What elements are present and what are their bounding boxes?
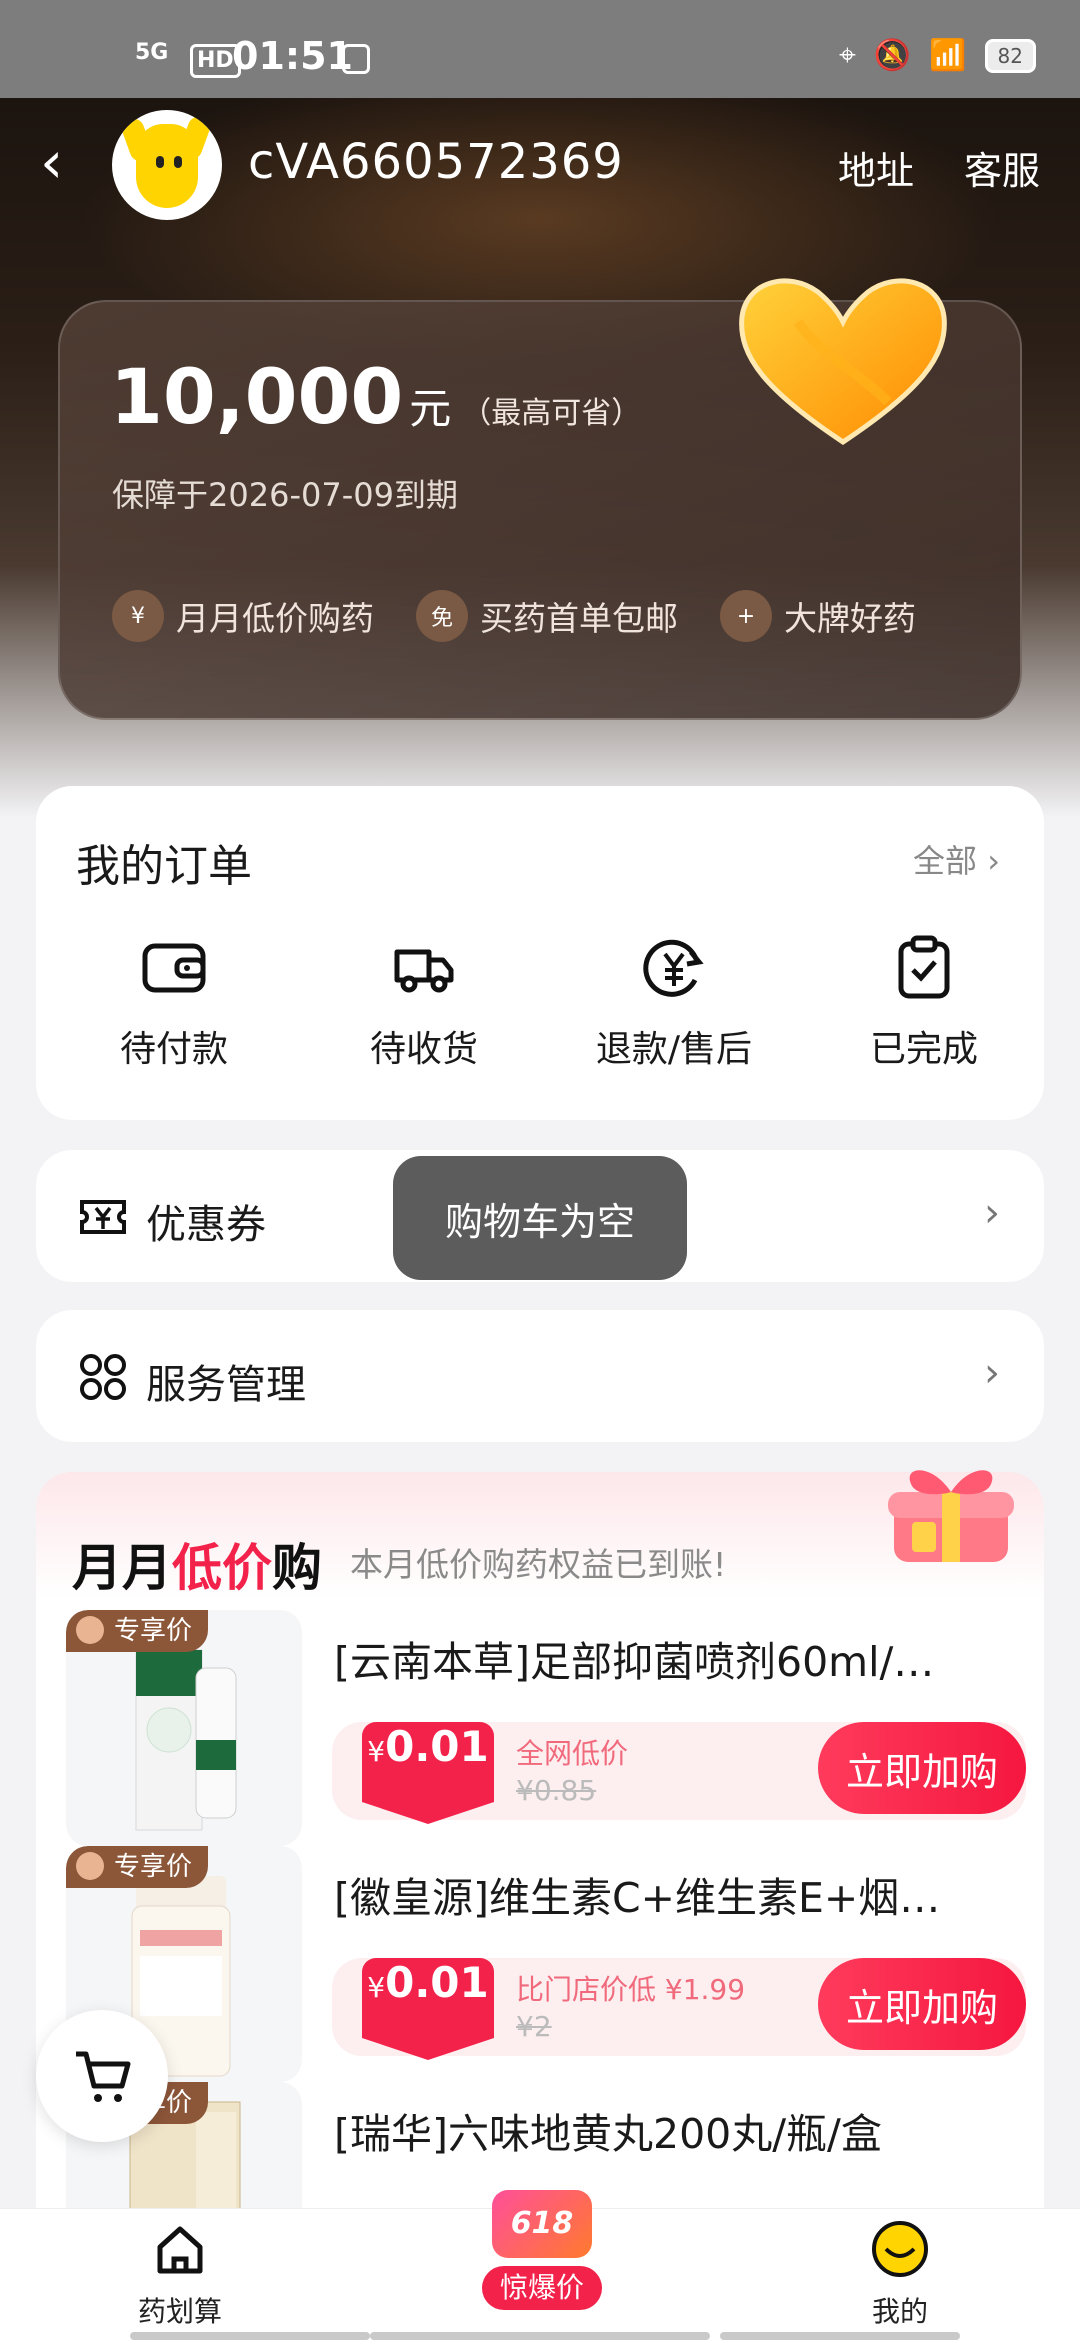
medicine-bottle-icon: + xyxy=(720,590,772,642)
refund-icon xyxy=(643,939,704,997)
perk-item: + 大牌好药 xyxy=(720,590,916,642)
smiley-icon xyxy=(872,2221,928,2277)
signal-indicator: 5G xyxy=(135,40,169,65)
service-label: 服务管理 xyxy=(146,1362,306,1408)
customer-service-link[interactable]: 客服 xyxy=(964,140,1040,195)
product-name: [云南本草]足部抑菌喷剂60ml/… xyxy=(334,1638,935,1686)
product-name: [瑞华]六味地黄丸200丸/瓶/盒 xyxy=(334,2110,882,2158)
price-tip: 比门店价低 ¥1.99 xyxy=(516,1973,746,2006)
orders-title: 我的订单 xyxy=(76,841,252,892)
wallet-icon xyxy=(142,943,206,993)
golden-heart-icon xyxy=(739,278,947,446)
exclusive-price-tag: 专享价 xyxy=(66,1846,209,1888)
promo-label: 惊爆价 xyxy=(482,2266,602,2310)
money-bag-icon: ¥ xyxy=(112,590,164,642)
perk-label: 买药首单包邮 xyxy=(480,599,678,638)
back-arrow-icon[interactable]: ‹ xyxy=(40,132,100,192)
amount-number: 10,000 xyxy=(110,352,404,441)
battery-indicator: 82 xyxy=(984,38,1036,73)
avatar-mascot xyxy=(136,124,198,208)
order-label: 已完成 xyxy=(869,1029,978,1070)
wifi-icon: 📶 xyxy=(929,38,967,73)
clock: 01:51 xyxy=(232,34,353,78)
toast-message: 购物车为空 xyxy=(393,1156,687,1280)
price-box: ¥0.01 xyxy=(362,1722,494,1824)
tab-deals[interactable]: 药划算 xyxy=(80,2219,280,2330)
benefit-amount: 10,000 元 （最高可省） xyxy=(110,352,641,441)
tab-promo[interactable]: 618 惊爆价 xyxy=(482,2190,602,2340)
status-bar: 5G HD 01:51 ⌖ 🔕 📶 82 xyxy=(0,0,1080,98)
perk-label: 月月低价购药 xyxy=(176,599,374,638)
expire-text: 保障于2026-07-09到期 xyxy=(112,476,458,514)
chevron-right-icon: › xyxy=(984,1350,1000,1396)
price-tip: 全网低价 xyxy=(516,1737,629,1770)
perks-list: ¥ 月月低价购药 免 买药首单包邮 + 大牌好药 xyxy=(112,590,916,642)
avatar-eye xyxy=(174,156,182,168)
perk-item: 免 买药首单包邮 xyxy=(416,590,678,642)
original-price: ¥0.85 xyxy=(516,1774,597,1807)
order-pending-receipt[interactable]: 待收货 xyxy=(324,932,524,1072)
deals-subtitle: 本月低价购药权益已到账! xyxy=(350,1545,727,1584)
clipboard-check-icon xyxy=(898,935,950,999)
original-price: ¥2 xyxy=(516,2010,552,2043)
home-indicator xyxy=(370,2332,710,2340)
add-to-cart-button[interactable]: 立即加购 xyxy=(818,1958,1026,2050)
order-label: 待收货 xyxy=(369,1029,478,1070)
exclusive-price-tag: 专享价 xyxy=(66,1610,209,1652)
product-name: [徽皇源]维生素C+维生素E+烟… xyxy=(334,1874,941,1922)
tab-mine[interactable]: 我的 xyxy=(800,2219,1000,2330)
location-icon: ⌖ xyxy=(838,38,856,73)
coupon-icon xyxy=(80,1200,126,1234)
perk-item: ¥ 月月低价购药 xyxy=(112,590,374,642)
order-label: 退款/售后 xyxy=(595,1029,753,1070)
deals-title-highlight: 低价 xyxy=(172,1539,272,1597)
promo-badge: 618 xyxy=(492,2190,592,2258)
home-indicator xyxy=(720,2332,960,2340)
top-nav: ‹ cVA660572369 地址 客服 xyxy=(0,98,1080,228)
price-value: 0.01 xyxy=(385,1958,489,2007)
grid-service-icon xyxy=(80,1354,126,1400)
amount-unit: 元 xyxy=(409,384,452,433)
mute-bell-icon: 🔕 xyxy=(873,38,912,73)
truck-icon xyxy=(394,949,454,993)
add-to-cart-button[interactable]: 立即加购 xyxy=(818,1722,1026,1814)
price-bar: ¥0.01 比门店价低 ¥1.99 ¥2 立即加购 xyxy=(332,1958,1026,2060)
coupon-label: 优惠券 xyxy=(146,1202,266,1248)
order-completed[interactable]: 已完成 xyxy=(824,932,1024,1072)
price-currency: ¥ xyxy=(367,1971,386,2004)
notification-box-icon xyxy=(342,44,370,74)
my-orders-panel: 我的订单 全部 › 待付款 待收货 退款/售后 已完成 xyxy=(36,786,1044,1120)
product-image: 专享价 xyxy=(66,1610,302,1846)
perk-label: 大牌好药 xyxy=(784,599,916,638)
amount-note: （最高可省） xyxy=(461,396,642,431)
address-link[interactable]: 地址 xyxy=(838,140,914,195)
username: cVA660572369 xyxy=(248,134,624,190)
avatar-eye xyxy=(156,156,164,168)
deals-title-post: 购 xyxy=(272,1539,322,1597)
home-icon xyxy=(157,2226,203,2274)
gift-box-icon xyxy=(888,1470,1014,1562)
home-indicator xyxy=(130,2332,370,2340)
tab-label: 我的 xyxy=(871,2295,928,2328)
deals-title-pre: 月月 xyxy=(72,1539,172,1597)
avatar[interactable] xyxy=(112,110,222,220)
deals-title: 月月低价购 xyxy=(72,1528,322,1600)
status-icons: ⌖ 🔕 📶 82 xyxy=(839,38,1036,73)
free-shipping-icon: 免 xyxy=(416,590,468,642)
orders-all-link[interactable]: 全部 › xyxy=(913,836,1000,882)
service-management-row[interactable]: 服务管理 › xyxy=(36,1310,1044,1442)
deal-item[interactable]: 专享价 [徽皇源]维生素C+维生素E+烟… ¥0.01 比门店价低 ¥1.99 … xyxy=(66,1846,1026,2082)
chevron-right-icon: › xyxy=(984,1190,1000,1236)
deal-item[interactable]: 专享价 [云南本草]足部抑菌喷剂60ml/… ¥0.01 全网低价 ¥0.85 … xyxy=(66,1610,1026,1846)
price-box: ¥0.01 xyxy=(362,1958,494,2060)
tab-label: 药划算 xyxy=(137,2295,222,2328)
order-pending-payment[interactable]: 待付款 xyxy=(74,932,274,1072)
order-label: 待付款 xyxy=(119,1029,228,1070)
cart-icon xyxy=(76,2051,131,2102)
price-currency: ¥ xyxy=(367,1735,386,1768)
price-value: 0.01 xyxy=(385,1722,489,1771)
price-bar: ¥0.01 全网低价 ¥0.85 立即加购 xyxy=(332,1722,1026,1824)
order-refund[interactable]: 退款/售后 xyxy=(574,932,774,1072)
cart-button[interactable] xyxy=(36,2010,168,2142)
